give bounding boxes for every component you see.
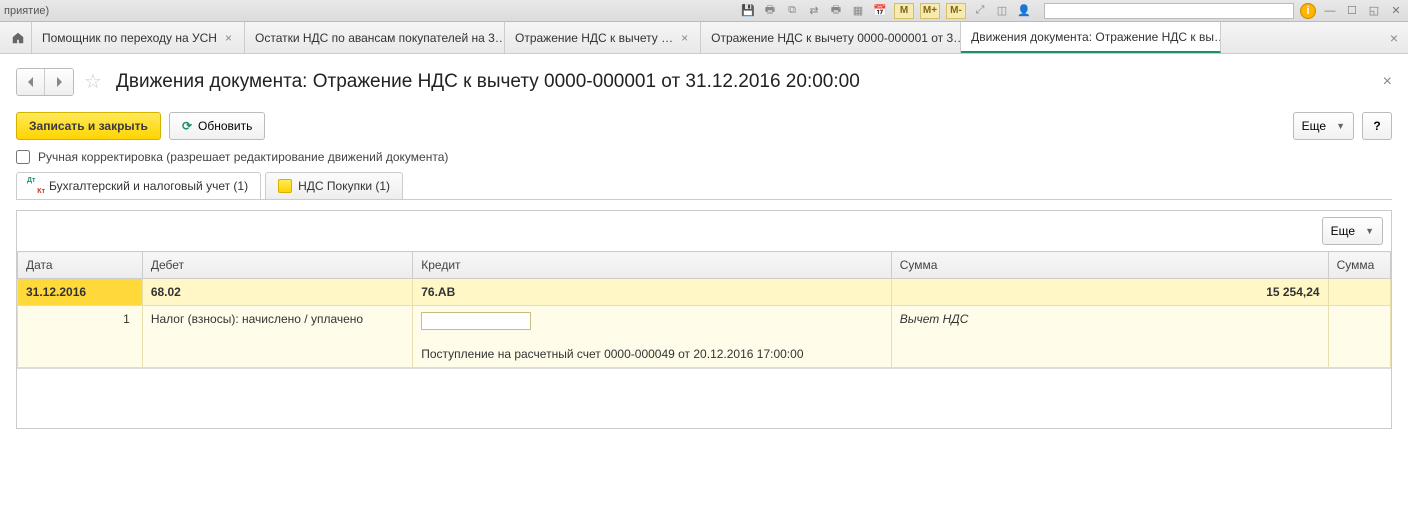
maximize-icon[interactable]: ◱ xyxy=(1366,3,1382,19)
print-icon[interactable]: 🖶 xyxy=(762,3,778,19)
refresh-button[interactable]: ⟳ Обновить xyxy=(169,112,265,140)
calc-icon[interactable]: ▦ xyxy=(850,3,866,19)
forward-button[interactable] xyxy=(45,69,73,95)
col-sum[interactable]: Сумма xyxy=(891,252,1328,279)
m-minus-button[interactable]: M- xyxy=(946,3,966,19)
tab-3[interactable]: Отражение НДС к вычету 0000-000001 от 3…… xyxy=(701,22,961,53)
cell-sum2 xyxy=(1328,279,1390,306)
page-close-icon[interactable]: × xyxy=(1383,73,1392,91)
cell-credit-cell: Поступление на расчетный счет 0000-00004… xyxy=(413,306,891,368)
info-icon[interactable]: i xyxy=(1300,3,1316,19)
app-caption: приятие) xyxy=(4,5,49,17)
manual-edit-label: Ручная корректировка (разрешает редактир… xyxy=(38,150,448,164)
nav-buttons xyxy=(16,68,74,96)
tab-label: Отражение НДС к вычету 0000-000001 от 3… xyxy=(711,31,961,45)
copy-icon[interactable]: ⧉ xyxy=(784,3,800,19)
entries-table: Дата Дебет Кредит Сумма Сумма 31.12.2016… xyxy=(17,251,1391,368)
grid-panel: Еще ▼ Дата Дебет Кредит Сумма Сумма 31.1… xyxy=(16,210,1392,429)
more-button[interactable]: Еще ▼ xyxy=(1293,112,1354,140)
cell-date: 31.12.2016 xyxy=(18,279,143,306)
cell-sum: 15 254,24 xyxy=(891,279,1328,306)
save-icon[interactable]: 💾 xyxy=(740,3,756,19)
table-subrow[interactable]: 1 Налог (взносы): начислено / уплачено П… xyxy=(18,306,1391,368)
tab-4[interactable]: Движения документа: Отражение НДС к вы… … xyxy=(961,22,1221,53)
zoom-icon[interactable]: ⤢ xyxy=(972,3,988,19)
refresh-icon: ⟳ xyxy=(182,119,192,133)
dtkt-icon xyxy=(29,179,43,193)
refresh-label: Обновить xyxy=(198,119,252,133)
tab-bar: Помощник по переходу на УСН × Остатки НД… xyxy=(0,22,1408,54)
tab-label: Остатки НДС по авансам покупателей на 3… xyxy=(255,31,505,45)
calendar-icon[interactable]: 📅 xyxy=(872,3,888,19)
user-icon[interactable]: 👤 xyxy=(1016,3,1032,19)
col-credit[interactable]: Кредит xyxy=(413,252,891,279)
tab-1[interactable]: Остатки НДС по авансам покупателей на 3…… xyxy=(245,22,505,53)
tab-label: Помощник по переходу на УСН xyxy=(42,31,217,45)
cell-debit-desc: Налог (взносы): начислено / уплачено xyxy=(142,306,412,368)
tab-2[interactable]: Отражение НДС к вычету … × xyxy=(505,22,701,53)
more-label: Еще xyxy=(1302,119,1326,133)
help-button[interactable]: ? xyxy=(1362,112,1392,140)
close-window-icon[interactable]: ✕ xyxy=(1388,3,1404,19)
grid-empty-area xyxy=(17,368,1391,428)
empty-field[interactable] xyxy=(421,312,531,330)
tabbar-close-icon[interactable]: × xyxy=(1390,30,1398,46)
system-toolbar: приятие) 💾 🖶 ⧉ ⇄ 🖶 ▦ 📅 M M+ M- ⤢ ◫ 👤 i —… xyxy=(0,0,1408,22)
back-button[interactable] xyxy=(17,69,45,95)
subtab-label: Бухгалтерский и налоговый учет (1) xyxy=(49,179,248,193)
subtab-bar: Бухгалтерский и налоговый учет (1) НДС П… xyxy=(16,172,1392,200)
close-icon[interactable]: × xyxy=(223,31,234,45)
col-sum2[interactable]: Сумма xyxy=(1328,252,1390,279)
col-debit[interactable]: Дебет xyxy=(142,252,412,279)
tab-0[interactable]: Помощник по переходу на УСН × xyxy=(32,22,245,53)
tab-label: Отражение НДС к вычету … xyxy=(515,31,673,45)
print2-icon[interactable]: 🖶 xyxy=(828,3,844,19)
search-input[interactable] xyxy=(1044,3,1294,19)
chevron-down-icon: ▼ xyxy=(1365,226,1374,236)
m-plus-button[interactable]: M+ xyxy=(920,3,940,19)
page-title: Движения документа: Отражение НДС к выче… xyxy=(116,71,860,93)
document-icon xyxy=(278,179,292,193)
save-close-button[interactable]: Записать и закрыть xyxy=(16,112,161,140)
subtab-accounting[interactable]: Бухгалтерский и налоговый учет (1) xyxy=(16,172,261,199)
minimize-icon[interactable]: — xyxy=(1322,3,1338,19)
cell-rownum: 1 xyxy=(18,306,143,368)
cell-credit: 76.АВ xyxy=(413,279,891,306)
grid-more-label: Еще xyxy=(1331,224,1355,238)
subtab-vat[interactable]: НДС Покупки (1) xyxy=(265,172,403,199)
cell-debit: 68.02 xyxy=(142,279,412,306)
col-date[interactable]: Дата xyxy=(18,252,143,279)
page-header: ☆ Движения документа: Отражение НДС к вы… xyxy=(16,68,1392,96)
grid-more-button[interactable]: Еще ▼ xyxy=(1322,217,1383,245)
panel-icon[interactable]: ◫ xyxy=(994,3,1010,19)
favorite-icon[interactable]: ☆ xyxy=(84,71,106,93)
cell-sum-desc: Вычет НДС xyxy=(891,306,1328,368)
subtab-label: НДС Покупки (1) xyxy=(298,179,390,193)
manual-edit-checkbox[interactable] xyxy=(16,150,30,164)
action-bar: Записать и закрыть ⟳ Обновить Еще ▼ ? xyxy=(16,112,1392,140)
close-icon[interactable]: × xyxy=(679,31,690,45)
cell-sum2b xyxy=(1328,306,1390,368)
tab-label: Движения документа: Отражение НДС к вы… xyxy=(971,30,1221,44)
chevron-down-icon: ▼ xyxy=(1336,121,1345,131)
compare-icon[interactable]: ⇄ xyxy=(806,3,822,19)
table-row[interactable]: 31.12.2016 68.02 76.АВ 15 254,24 xyxy=(18,279,1391,306)
home-tab[interactable] xyxy=(4,22,32,53)
manual-edit-row: Ручная корректировка (разрешает редактир… xyxy=(16,150,1392,164)
restore-icon[interactable]: ☐ xyxy=(1344,3,1360,19)
cell-credit-desc: Поступление на расчетный счет 0000-00004… xyxy=(421,347,803,361)
m-button[interactable]: M xyxy=(894,3,914,19)
table-header-row: Дата Дебет Кредит Сумма Сумма xyxy=(18,252,1391,279)
